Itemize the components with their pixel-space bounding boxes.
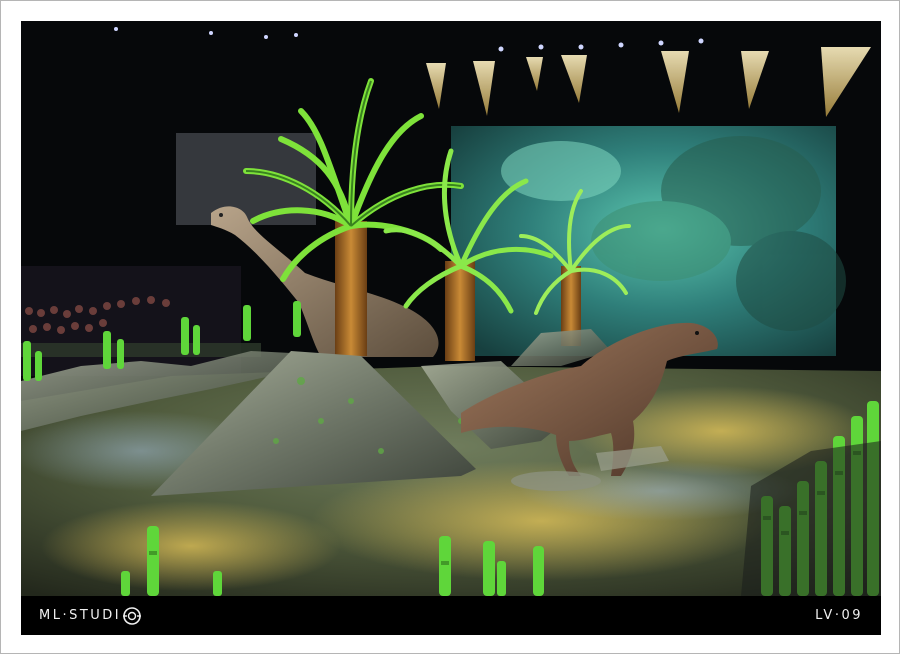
scene-illustration	[21, 21, 881, 596]
dinosaur-show-photo	[21, 21, 881, 596]
photo-frame: ML·STUDI LV·09	[0, 0, 900, 654]
photo-border: ML·STUDI LV·09	[21, 21, 881, 635]
camera-lens-icon	[122, 606, 142, 626]
studio-logo: ML·STUDI	[39, 606, 142, 626]
caption-bar: ML·STUDI LV·09	[21, 596, 881, 635]
photo-code: LV·09	[815, 608, 863, 623]
studio-name: ML·STUDI	[39, 608, 122, 623]
